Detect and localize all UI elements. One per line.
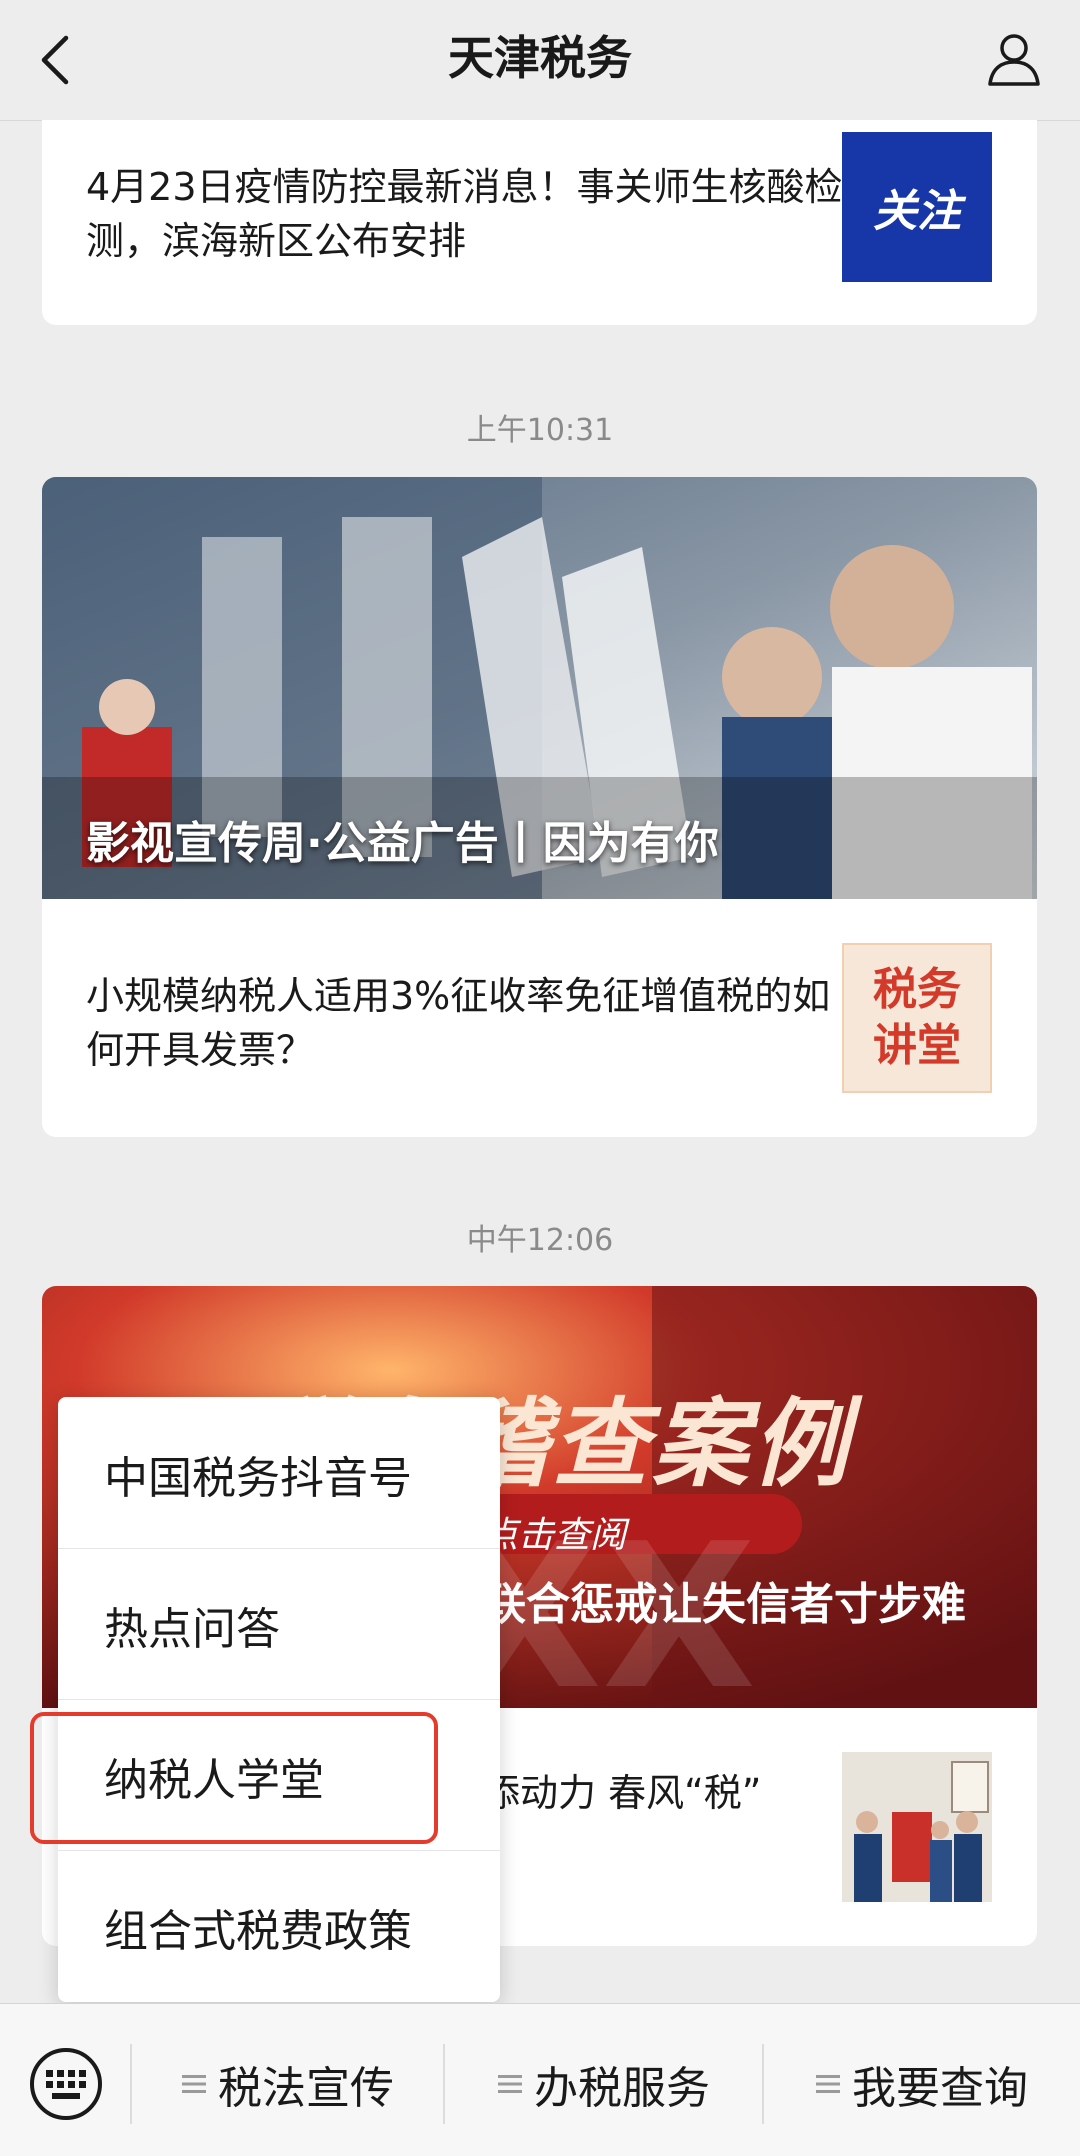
article-thumbnail[interactable] — [842, 1752, 992, 1902]
menu-lines-icon — [498, 2075, 522, 2093]
menu-item-combined-tax-policy[interactable]: 组合式税费政策 — [58, 1850, 500, 2001]
menu-item-label: 热点问答 — [104, 1604, 280, 1655]
menu-item-hot-qa[interactable]: 热点问答 — [58, 1548, 500, 1700]
message-timestamp: 上午10:31 — [466, 413, 614, 448]
article-title[interactable]: 添动力 春风“税” — [482, 1766, 842, 1820]
user-profile-icon[interactable] — [984, 28, 1044, 88]
article-title[interactable]: 4月23日疫情防控最新消息！事关师生核酸检测，滨海新区公布安排 — [86, 160, 846, 268]
menu-item-label: 中国税务抖音号 — [104, 1453, 412, 1504]
divider — [443, 2044, 445, 2124]
divider — [130, 2044, 132, 2124]
article-thumbnail[interactable]: 关注 — [842, 132, 992, 282]
article-card: 影视宣传周·公益广告丨因为有你 小规模纳税人适用3%征收率免征增值税的如何开具发… — [42, 477, 1037, 1137]
page-title: 天津税务 — [448, 31, 632, 85]
menu-lines-icon — [816, 2075, 840, 2093]
article-title[interactable]: 小规模纳税人适用3%征收率免征增值税的如何开具发票？ — [86, 969, 846, 1077]
menu-tab-label: 办税服务 — [534, 2063, 710, 2114]
menu-tab-tax-service[interactable]: 办税服务 — [498, 2044, 710, 2124]
menu-tab-tax-law[interactable]: 税法宣传 — [182, 2044, 394, 2124]
hero-subtitle: 联合惩戒让失信者寸步难 — [482, 1579, 966, 1630]
article-card: 4月23日疫情防控最新消息！事关师生核酸检测，滨海新区公布安排 关注 — [42, 120, 1037, 325]
hero-caption: 影视宣传周·公益广告丨因为有你 — [86, 818, 719, 869]
message-timestamp: 中午12:06 — [466, 1223, 614, 1258]
menu-item-label: 组合式税费政策 — [104, 1906, 412, 1957]
highlight-annotation — [30, 1712, 438, 1844]
keyboard-icon[interactable] — [28, 2046, 104, 2122]
thumbnail-label: 关注 — [873, 186, 961, 237]
menu-lines-icon — [182, 2075, 206, 2093]
hero-banner-label: 点击查阅 — [482, 1515, 627, 1556]
thumbnail-label: 税务讲堂 — [873, 964, 961, 1071]
menu-item-douyin[interactable]: 中国税务抖音号 — [58, 1397, 500, 1549]
menu-tab-label: 我要查询 — [852, 2063, 1028, 2114]
hero-image[interactable]: 影视宣传周·公益广告丨因为有你 — [42, 477, 1037, 899]
article-thumbnail[interactable]: 税务讲堂 — [842, 943, 992, 1093]
popup-submenu: 中国税务抖音号 热点问答 纳税人学堂 组合式税费政策 — [58, 1397, 500, 2002]
bottom-menu-bar: 税法宣传 办税服务 我要查询 — [0, 2003, 1080, 2156]
divider — [762, 2044, 764, 2124]
photo-graphic — [842, 1752, 992, 1902]
menu-tab-label: 税法宣传 — [218, 2063, 394, 2114]
menu-tab-query[interactable]: 我要查询 — [816, 2044, 1028, 2124]
top-nav-bar: 天津税务 — [0, 0, 1080, 121]
